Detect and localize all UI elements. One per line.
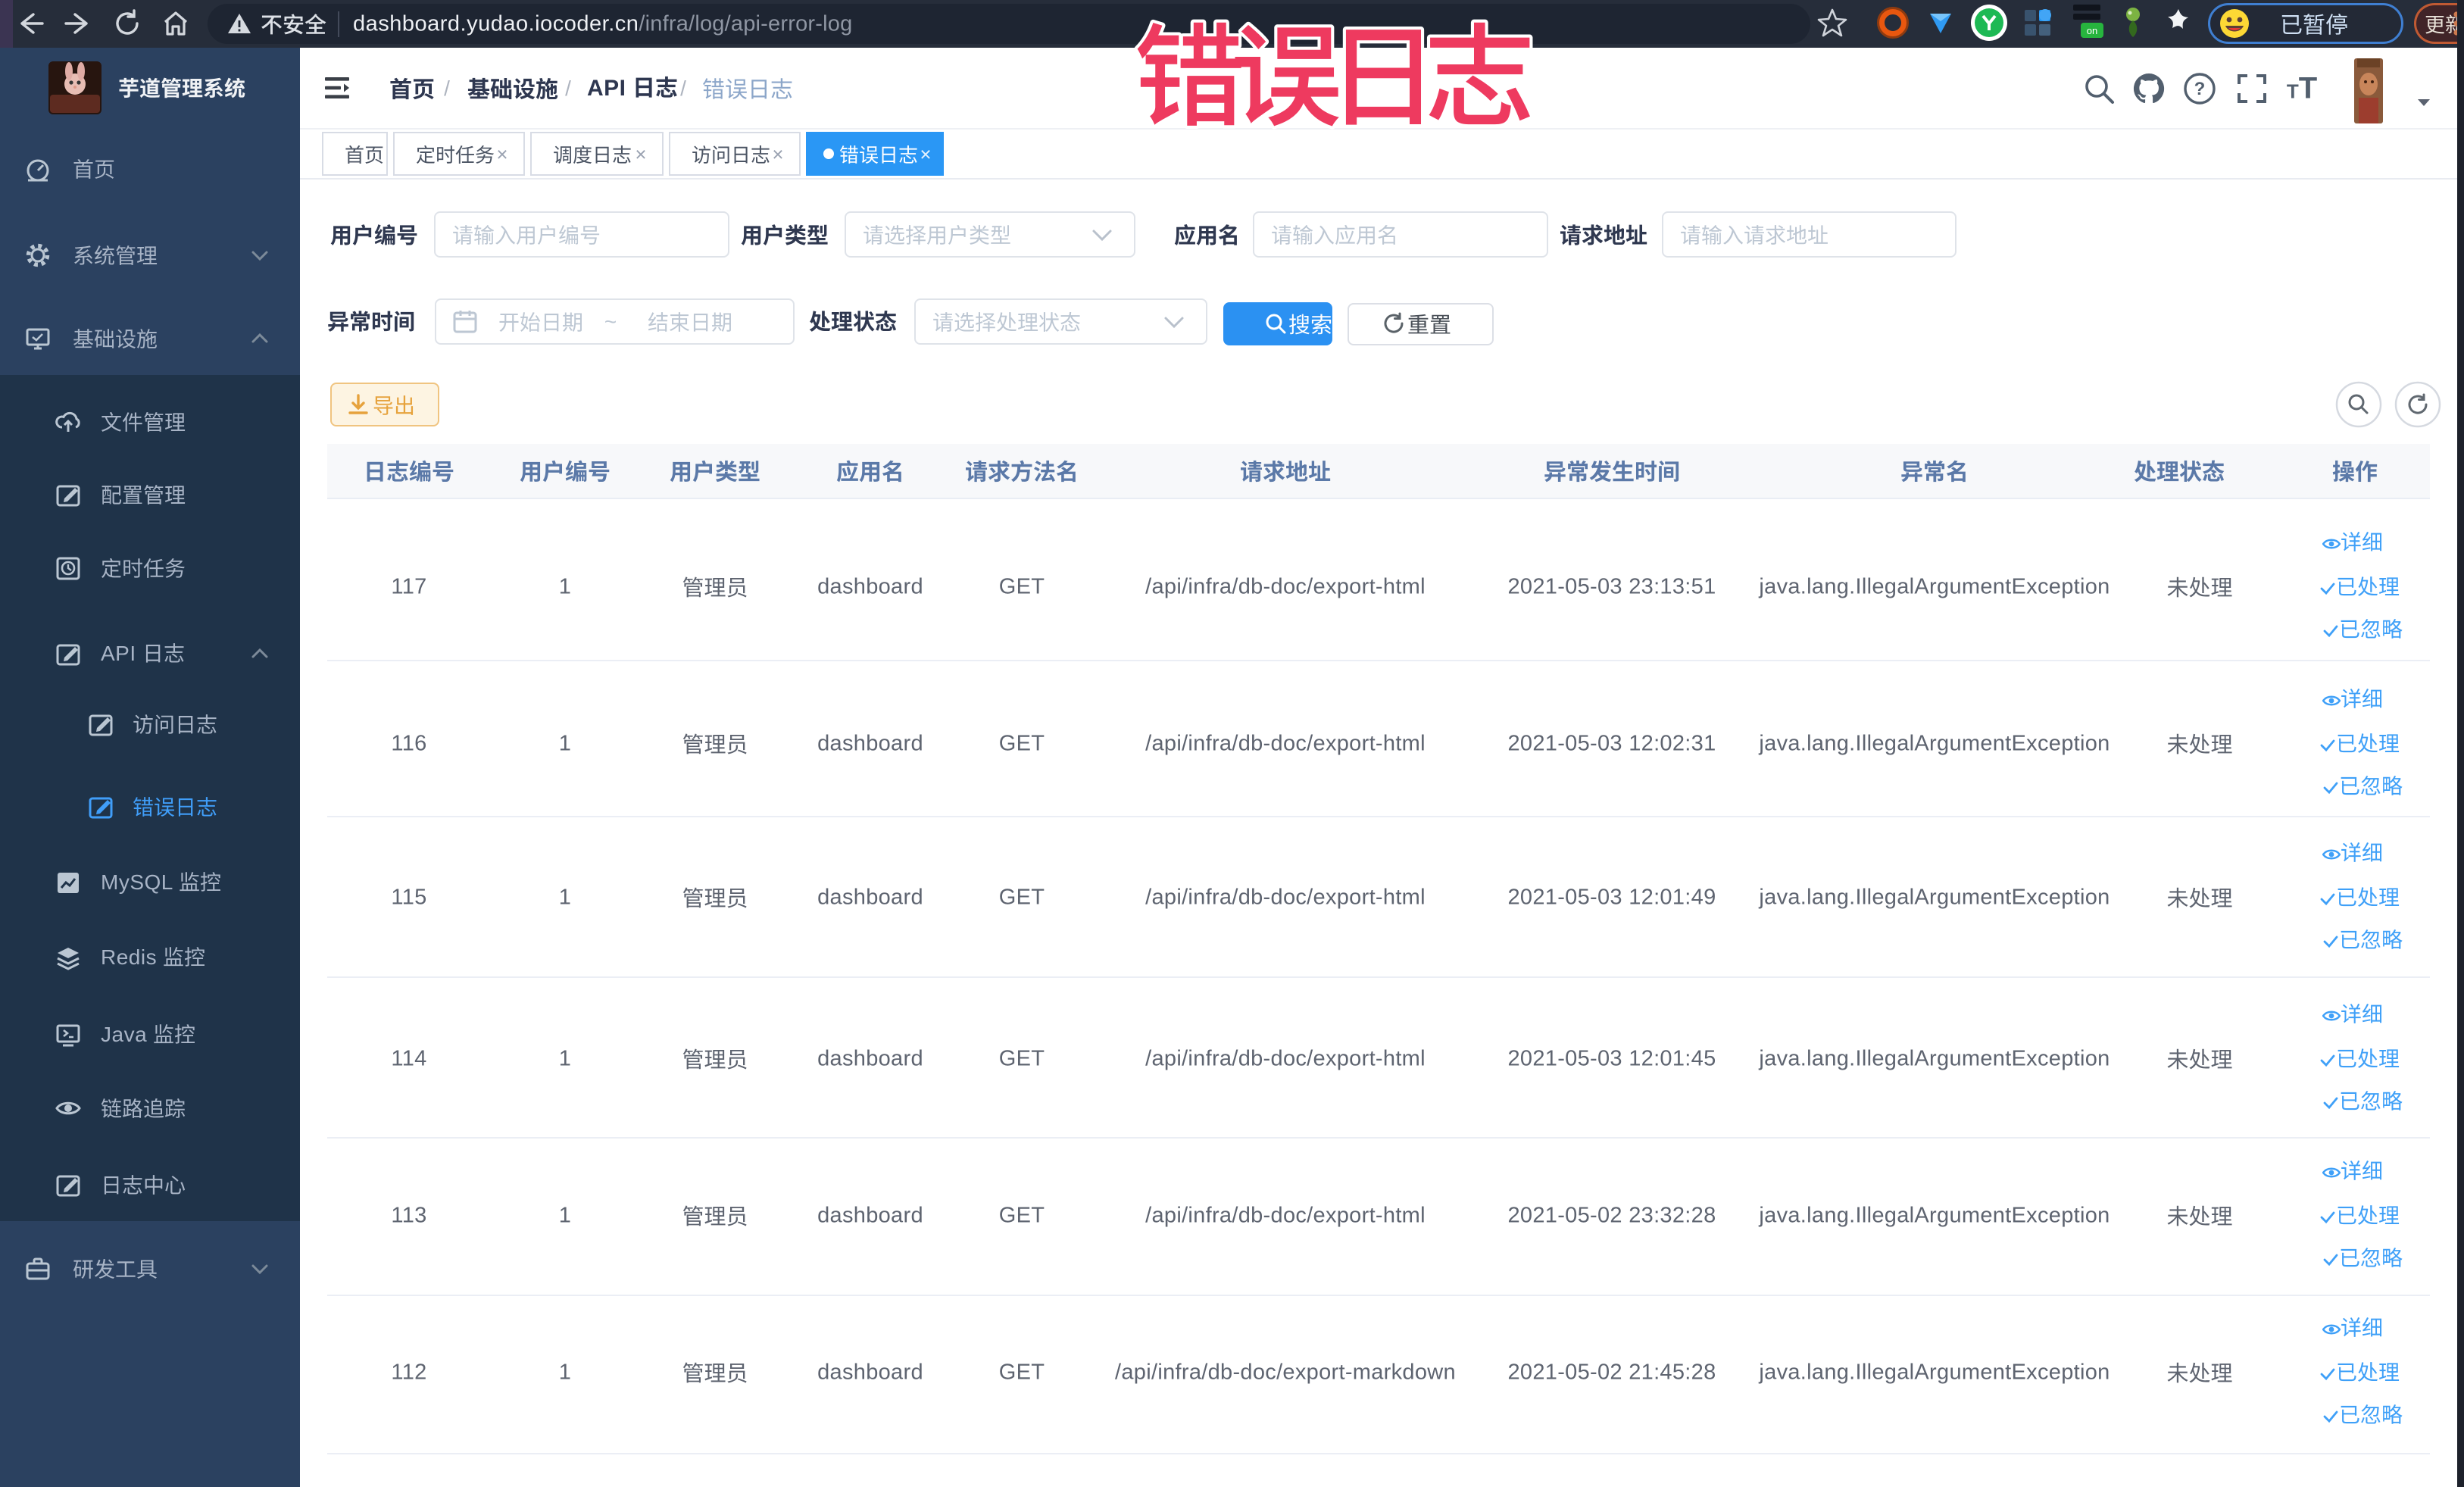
svg-text:?: ?: [2194, 79, 2206, 99]
svg-text:on: on: [2087, 25, 2097, 36]
